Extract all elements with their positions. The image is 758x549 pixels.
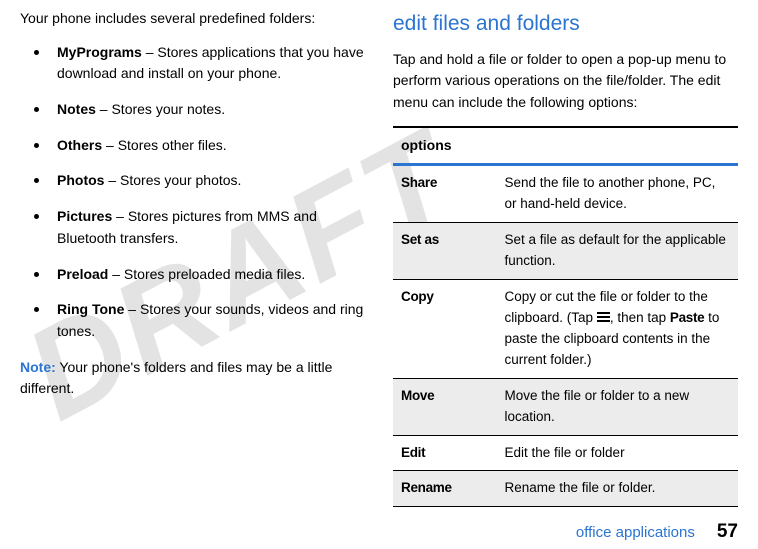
option-desc: Move the file or folder to a new locatio…	[497, 378, 739, 435]
menu-icon	[597, 312, 610, 323]
folder-name: MyPrograms	[57, 44, 142, 60]
table-row: Rename Rename the file or folder.	[393, 471, 738, 507]
list-item: MyPrograms – Stores applications that yo…	[20, 42, 365, 85]
folder-name: Ring Tone	[57, 301, 124, 317]
option-name: Move	[393, 378, 497, 435]
folder-name: Photos	[57, 172, 104, 188]
folder-name: Preload	[57, 266, 108, 282]
bullet-icon	[34, 107, 39, 112]
bullet-text: Ring Tone – Stores your sounds, videos a…	[57, 299, 365, 342]
option-desc: Set a file as default for the applicable…	[497, 223, 739, 280]
bullet-text: Others – Stores other files.	[57, 135, 365, 157]
table-row: Share Send the file to another phone, PC…	[393, 165, 738, 223]
option-desc: Send the file to another phone, PC, or h…	[497, 165, 739, 223]
bullet-text: Pictures – Stores pictures from MMS and …	[57, 206, 365, 249]
list-item: Ring Tone – Stores your sounds, videos a…	[20, 299, 365, 342]
copy-desc-mid: , then tap	[610, 310, 670, 325]
option-name: Share	[393, 165, 497, 223]
option-desc: Copy or cut the file or folder to the cl…	[497, 279, 739, 378]
option-name: Copy	[393, 279, 497, 378]
folder-desc: – Stores your notes.	[96, 101, 225, 117]
bullet-text: Notes – Stores your notes.	[57, 99, 365, 121]
table-header: options	[393, 127, 738, 165]
table-row: Set as Set a file as default for the app…	[393, 223, 738, 280]
note-line: Note: Your phone's folders and files may…	[20, 357, 365, 400]
bullet-icon	[34, 178, 39, 183]
left-column: Your phone includes several predefined f…	[20, 8, 379, 539]
bullet-text: MyPrograms – Stores applications that yo…	[57, 42, 365, 85]
intro-text: Your phone includes several predefined f…	[20, 8, 365, 30]
folder-name: Others	[57, 137, 102, 153]
list-item: Others – Stores other files.	[20, 135, 365, 157]
folder-desc: – Stores preloaded media files.	[108, 266, 305, 282]
note-text: Your phone's folders and files may be a …	[20, 359, 332, 397]
options-table: options Share Send the file to another p…	[393, 126, 738, 508]
bullet-icon	[34, 50, 39, 55]
folder-desc: – Stores other files.	[102, 137, 227, 153]
option-desc: Rename the file or folder.	[497, 471, 739, 507]
option-name: Set as	[393, 223, 497, 280]
bullet-icon	[34, 272, 39, 277]
section-heading: edit files and folders	[393, 8, 738, 41]
option-name: Edit	[393, 435, 497, 471]
list-item: Notes – Stores your notes.	[20, 99, 365, 121]
folder-desc: – Stores your photos.	[104, 172, 241, 188]
folder-list: MyPrograms – Stores applications that yo…	[20, 42, 365, 343]
option-name: Rename	[393, 471, 497, 507]
list-item: Pictures – Stores pictures from MMS and …	[20, 206, 365, 249]
bullet-text: Preload – Stores preloaded media files.	[57, 264, 365, 286]
bullet-icon	[34, 214, 39, 219]
bullet-icon	[34, 143, 39, 148]
table-row: Edit Edit the file or folder	[393, 435, 738, 471]
bullet-icon	[34, 307, 39, 312]
right-column: edit files and folders Tap and hold a fi…	[379, 8, 738, 539]
paste-label: Paste	[670, 310, 705, 325]
table-row: Move Move the file or folder to a new lo…	[393, 378, 738, 435]
option-desc: Edit the file or folder	[497, 435, 739, 471]
list-item: Photos – Stores your photos.	[20, 170, 365, 192]
folder-name: Notes	[57, 101, 96, 117]
bullet-text: Photos – Stores your photos.	[57, 170, 365, 192]
folder-name: Pictures	[57, 208, 112, 224]
table-row: Copy Copy or cut the file or folder to t…	[393, 279, 738, 378]
section-intro: Tap and hold a file or folder to open a …	[393, 49, 738, 114]
note-label: Note:	[20, 359, 56, 375]
page-content: Your phone includes several predefined f…	[0, 0, 758, 549]
list-item: Preload – Stores preloaded media files.	[20, 264, 365, 286]
table-header-row: options	[393, 127, 738, 165]
